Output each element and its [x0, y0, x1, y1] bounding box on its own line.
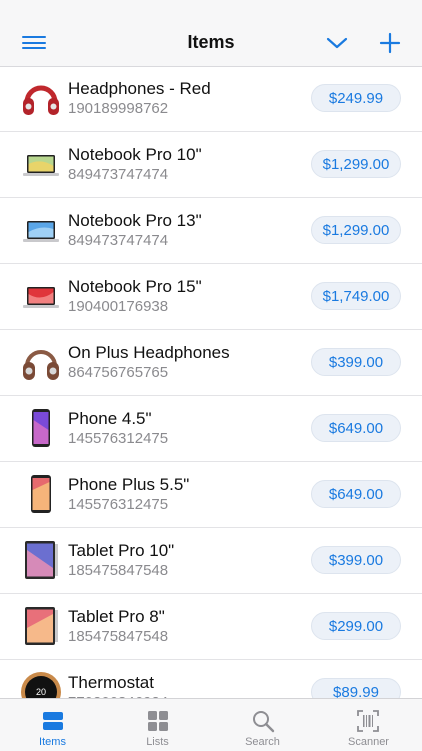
items-icon — [43, 712, 63, 730]
add-icon[interactable] — [379, 32, 401, 54]
price-badge[interactable]: $649.00 — [311, 480, 401, 508]
price-badge[interactable]: $249.99 — [311, 84, 401, 112]
price-badge[interactable]: $89.99 — [311, 678, 401, 698]
item-name: Thermostat — [68, 673, 154, 692]
price-badge[interactable]: $399.00 — [311, 348, 401, 376]
item-name: Notebook Pro 15" — [68, 277, 202, 296]
item-name: Phone Plus 5.5" — [68, 475, 190, 494]
lists-grid-icon — [148, 711, 168, 731]
item-barcode: 185475847548 — [68, 562, 169, 579]
item-barcode: 190400176938 — [68, 298, 169, 315]
laptop-icon — [20, 275, 62, 317]
item-barcode: 145576312475 — [68, 496, 169, 513]
item-name: Headphones - Red — [68, 79, 211, 98]
tab-search[interactable]: Search — [210, 699, 315, 751]
item-barcode: 849473747474 — [68, 166, 169, 183]
item-name: Phone 4.5" — [68, 409, 152, 428]
item-barcode: 145576312475 — [68, 430, 169, 447]
price-badge[interactable]: $1,299.00 — [311, 216, 401, 244]
item-name: Tablet Pro 8" — [68, 607, 165, 626]
price-badge[interactable]: $649.00 — [311, 414, 401, 442]
list-item[interactable]: Notebook Pro 13" 849473747474 $1,299.00 — [0, 198, 422, 264]
item-name: On Plus Headphones — [68, 343, 230, 362]
tablet-icon — [20, 605, 62, 647]
tab-label: Lists — [146, 736, 169, 748]
item-name: Notebook Pro 13" — [68, 211, 202, 230]
tab-scanner[interactable]: Scanner — [315, 699, 422, 751]
list-item[interactable]: Phone 4.5" 145576312475 $649.00 — [0, 396, 422, 462]
phone-icon — [20, 473, 62, 515]
list-item[interactable]: Tablet Pro 8" 185475847548 $299.00 — [0, 594, 422, 660]
item-barcode: 849473747474 — [68, 232, 169, 249]
laptop-icon — [20, 209, 62, 251]
red-headphones-icon — [20, 77, 62, 119]
list-item[interactable]: Notebook Pro 15" 190400176938 $1,749.00 — [0, 264, 422, 330]
tab-label: Scanner — [348, 736, 389, 748]
search-icon — [253, 711, 275, 733]
list-item[interactable]: Tablet Pro 10" 185475847548 $399.00 — [0, 528, 422, 594]
list-item[interactable]: Phone Plus 5.5" 145576312475 $649.00 — [0, 462, 422, 528]
tab-items[interactable]: Items — [0, 699, 105, 751]
price-badge[interactable]: $1,749.00 — [311, 282, 401, 310]
nav-bar: Items — [0, 0, 422, 67]
items-list: Headphones - Red 190189998762 $249.99 No… — [0, 66, 422, 698]
price-badge[interactable]: $399.00 — [311, 546, 401, 574]
price-badge[interactable]: $299.00 — [311, 612, 401, 640]
list-item[interactable]: 20 Thermostat 770200346924 $89.99 — [0, 660, 422, 698]
tablet-icon — [20, 539, 62, 581]
chevron-down-icon[interactable] — [326, 36, 348, 50]
laptop-icon — [20, 143, 62, 185]
list-item[interactable]: Notebook Pro 10" 849473747474 $1,299.00 — [0, 132, 422, 198]
item-barcode: 190189998762 — [68, 100, 169, 117]
thermostat-icon: 20 — [20, 671, 62, 698]
item-barcode: 864756765765 — [68, 364, 169, 381]
barcode-scanner-icon — [357, 710, 379, 732]
tab-lists[interactable]: Lists — [105, 699, 210, 751]
phone-icon — [20, 407, 62, 449]
item-name: Tablet Pro 10" — [68, 541, 175, 560]
brown-headphones-icon — [20, 341, 62, 383]
tab-label: Items — [39, 736, 66, 748]
item-name: Notebook Pro 10" — [68, 145, 202, 164]
tab-bar: Items Lists Search Scanner — [0, 698, 422, 751]
item-barcode: 185475847548 — [68, 628, 169, 645]
list-item[interactable]: On Plus Headphones 864756765765 $399.00 — [0, 330, 422, 396]
thermostat-display: 20 — [36, 687, 46, 697]
page-title: Items — [187, 32, 235, 52]
list-item[interactable]: Headphones - Red 190189998762 $249.99 — [0, 66, 422, 132]
price-badge[interactable]: $1,299.00 — [311, 150, 401, 178]
tab-label: Search — [245, 736, 280, 748]
